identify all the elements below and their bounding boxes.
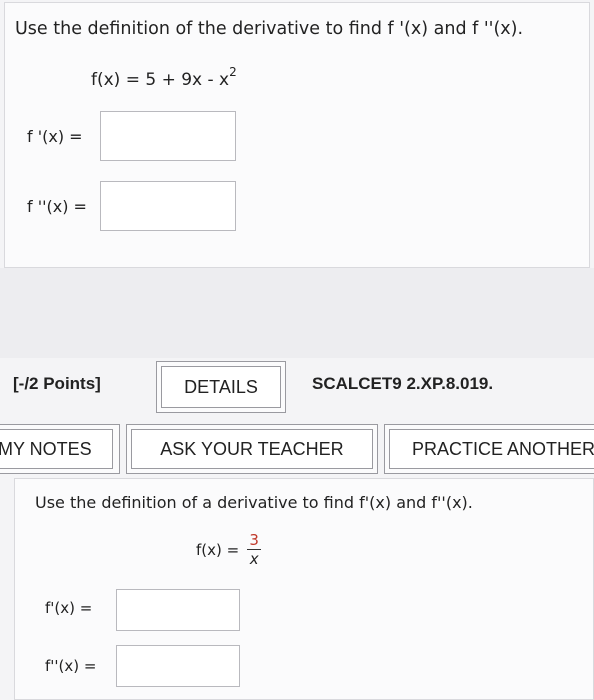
question-1-function-exponent: 2 (229, 65, 237, 79)
question-2-function-lhs: f(x) = (196, 540, 240, 559)
q2-second-derivative-input[interactable] (116, 645, 240, 687)
question-2-panel: Use the definition of a derivative to fi… (14, 478, 594, 700)
details-button-frame: DETAILS (156, 361, 286, 413)
question-2-prompt: Use the definition of a derivative to fi… (35, 493, 473, 512)
practice-another-button[interactable]: PRACTICE ANOTHER (389, 429, 594, 469)
practice-another-frame: PRACTICE ANOTHER (384, 424, 594, 474)
question-2-function: f(x) = 3 x (196, 531, 262, 568)
question-1-panel: Use the definition of the derivative to … (4, 2, 590, 268)
fraction-denominator: x (249, 550, 259, 568)
ask-your-teacher-button[interactable]: ASK YOUR TEACHER (131, 429, 373, 469)
q2-first-derivative-label: f'(x) = (45, 599, 93, 617)
ask-teacher-frame: ASK YOUR TEACHER (126, 424, 378, 474)
question-code: SCALCET9 2.XP.8.019. (312, 374, 494, 393)
separator-band (0, 268, 594, 358)
points-label: [-/2 Points] (13, 374, 101, 393)
my-notes-frame: MY NOTES (0, 424, 120, 474)
question-2-header: [-/2 Points] DETAILS SCALCET9 2.XP.8.019… (0, 358, 594, 418)
question-1-function-text: f(x) = 5 + 9x - x (91, 70, 230, 90)
my-notes-button[interactable]: MY NOTES (0, 429, 113, 469)
details-button[interactable]: DETAILS (161, 366, 281, 408)
second-derivative-label: f ''(x) = (27, 197, 87, 216)
question-1-function: f(x) = 5 + 9x - x2 (91, 65, 237, 90)
fraction: 3 x (247, 531, 262, 568)
second-derivative-input[interactable] (100, 181, 236, 231)
fraction-numerator: 3 (249, 531, 259, 549)
first-derivative-input[interactable] (100, 111, 236, 161)
q2-second-derivative-label: f''(x) = (45, 657, 97, 675)
question-1-prompt: Use the definition of the derivative to … (15, 19, 524, 39)
q2-first-derivative-input[interactable] (116, 589, 240, 631)
question-tools: MY NOTES ASK YOUR TEACHER PRACTICE ANOTH… (0, 420, 594, 480)
first-derivative-label: f '(x) = (27, 127, 83, 146)
